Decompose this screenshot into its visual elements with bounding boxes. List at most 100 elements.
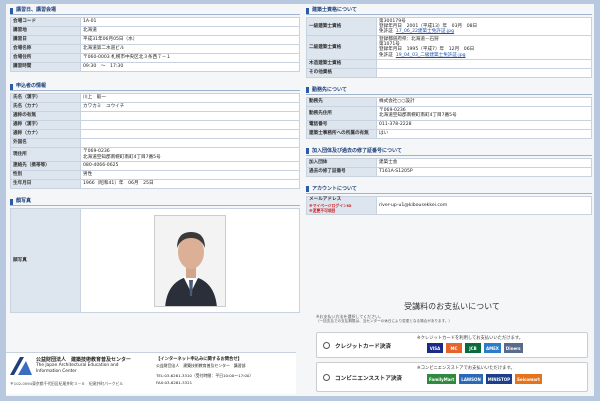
mail-note-fixed: ※変更不可項目 [309,207,336,213]
payment-title: 受講料のお支払いについて [404,302,500,311]
section-title-group: 加入団体及び過去の修了証番号について [306,147,592,156]
table-row: 通称（漢字） [10,120,300,130]
applicant-photo [154,214,226,307]
table-row: 氏名（カナ） カワカミ ユウイチ [10,102,300,112]
payment-panel: 受講料のお支払いについて ※お支払い方法を選択してください。 （一括支払での支払… [312,300,592,396]
row-label: 通称（カナ） [10,129,81,139]
row-value: 北海道第二水道ビル [80,44,300,54]
table-row: 性別 男性 [10,170,300,180]
table-row: 氏名（漢字） 川上 毅一 [10,93,300,103]
lawson-logo: LAWSON [459,374,483,384]
convenience-store-note: ※コンビニエンスストアでお支払いいただけます。 [417,366,515,371]
row-label: 性別 [10,170,81,180]
table-row: 木造建築士資格 [306,58,592,69]
row-value: 011-378-2228 [376,119,592,130]
right-column: 建築士資格について 一級建築士資格 第300179号 登録年月日 2001（平成13… [306,6,592,215]
convenience-store-label: コンビニエンスストア決済 [335,376,403,382]
license-line-text: 免許証 [379,29,393,35]
familymart-logo: FamilyMart [427,374,457,384]
section-title-account: アカウントについて [306,185,592,194]
row-value: 1A-01 [80,17,300,27]
convenience-store-radio[interactable] [323,374,330,381]
row-value: 〒069-0236 北海道空知郡南幌町南町4丁目7番5号 [376,105,592,121]
page: 講習日、講習会場 会場コード 1A-01 講習地 北海道 講習日 平成31年06月05日（… [6,4,594,396]
row-label: 通称（漢字） [10,120,81,130]
contact-title: 【インターネット申込みに関するお問合せ】 [156,357,242,362]
row-label: 加入団体 [306,157,377,168]
row-label: 会場名称 [10,44,81,54]
jaeic-logo-icon [10,357,32,375]
table-row: 加入団体 建築士会 [306,157,592,168]
org-address: 〒102-0094東京都千代田区紀尾井町３－６ 紀尾井町パークビル [10,381,124,386]
contact-body: 公益財団法人 建築技術教育普及センター 講習部 [156,363,246,368]
contact-fax: FAX:03-6261-3321 [156,380,193,385]
row-value: 080-4066-0625 [80,161,300,171]
mail-value: river-up-u1@kibousekkei.com [376,195,592,215]
row-label: 会場コード [10,17,81,27]
row-value: 建築士会 [376,157,592,168]
row-label: 現住所 [10,147,81,162]
mail-label-cell: メールアドレス ※マイページログインID ※変更不可項目 [306,195,377,215]
table-row: 連絡先（携帯等） 080-4066-0625 [10,161,300,171]
row-label: 木造建築士資格 [306,58,377,69]
license-line-text: 免許証 [379,52,393,58]
table-row: 講習日 平成31年06月05日（水） [10,35,300,45]
license-table: 一級建築士資格 第300179号 登録年月日 2001（平成13）年 03月 08日… [306,16,592,78]
table-row: 一級建築士資格 第300179号 登録年月日 2001（平成13）年 03月 08日… [306,16,592,37]
photo-table: 顔写真 [10,208,300,313]
row-value: 男性 [80,170,300,180]
left-column: 講習日、講習会場 会場コード 1A-01 講習地 北海道 講習日 平成31年06月05日（… [10,6,300,313]
row-label: 講習地 [10,26,81,36]
row-label: その他資格 [306,67,377,78]
license-file-link[interactable]: 17_06_22建築士免許証.jpg [396,29,454,34]
table-row: 過去の修了証番号 T161A-S1205P [306,166,592,177]
row-value: 09:30 ～ 17:30 [80,62,300,72]
payment-subnote: （一括支払での支払期限は、当センターの休日により変更となる場合があります。） [316,319,453,323]
applicant-table: 氏名（漢字） 川上 毅一 氏名（カナ） カワカミ ユウイチ 通称の有無 通称（漢字） 通称（… [10,93,300,189]
table-row: 電話番号 011-378-2228 [306,119,592,130]
row-label: 会場住所 [10,53,81,63]
row-label: 一級建築士資格 [306,16,377,37]
row-label: 電話番号 [306,119,377,130]
store-logos: FamilyMart LAWSON MINISTOP Seicomart [427,374,542,384]
table-row: 通称（カナ） [10,129,300,139]
row-value: 1966（昭和41）年 06月 25日 [80,179,300,189]
license-file-link[interactable]: 19_04_03_二級建築士免許証.jpg [396,53,466,58]
account-table: メールアドレス ※マイページログインID ※変更不可項目 river-up-u1… [306,195,592,215]
portrait-image [155,215,225,306]
table-row: 二級建築士資格 登録都道府県：北海道－石狩 第1071号 登録年月日 1995（平成7… [306,35,592,60]
org-name-en-2: Information Center [36,369,77,374]
row-label: 外国名 [10,138,81,148]
row-label: 過去の修了証番号 [306,166,377,177]
convenience-store-option[interactable]: コンビニエンスストア決済 ※コンビニエンスストアでお支払いいただけます。 Fam… [316,362,588,392]
license-line: 免許証 19_04_03_二級建築士免許証.jpg [379,53,589,58]
workplace-table: 勤務先 株式会社○○設計 勤務先住所 〒069-0236 北海道空知郡南幌町南町4丁目… [306,96,592,139]
credit-card-option[interactable]: クレジットカード決済 ※クレジットカードを利用してお支払いいただけます。 VIS… [316,332,588,358]
row-label: 氏名（漢字） [10,93,81,103]
table-row: 講習地 北海道 [10,26,300,36]
row-label: 勤務先 [306,96,377,107]
table-row: 生年月日 1966（昭和41）年 06月 25日 [10,179,300,189]
table-row: 会場住所 〒060-0003 札幌市中央区北３条西７－１ [10,53,300,63]
row-label: 二級建築士資格 [306,35,377,60]
row-label: 通称の有無 [10,111,81,121]
card-logos: VISA MC JCB AMEX Diners [427,343,523,353]
table-row: 会場コード 1A-01 [10,17,300,27]
section-title-license: 建築士資格について [306,6,592,15]
license-value: 第300179号 登録年月日 2001（平成13）年 03月 08日 免許証 17_0… [376,16,592,37]
table-row: 勤務先住所 〒069-0236 北海道空知郡南幌町南町4丁目7番5号 [306,105,592,121]
table-row: 会場名称 北海道第二水道ビル [10,44,300,54]
section-title-venue: 講習日、講習会場 [10,6,300,15]
jcb-logo: JCB [465,343,481,353]
section-title-photo: 顔写真 [10,197,300,206]
license-value [376,67,592,78]
row-label: 氏名（カナ） [10,102,81,112]
row-value: 株式会社○○設計 [376,96,592,107]
photo-label: 顔写真 [10,208,81,313]
contact-tel: TEL:03-6261-3310（受付時間：平日10:00～17:00） [156,373,254,378]
table-row: その他資格 [306,67,592,78]
credit-card-radio[interactable] [323,342,330,349]
row-value: 〒060-0003 札幌市中央区北３条西７－１ [80,53,300,63]
license-value: 登録都道府県：北海道－石狩 第1071号 登録年月日 1995（平成7）年 12月 … [376,35,592,60]
diners-logo: Diners [503,343,523,353]
